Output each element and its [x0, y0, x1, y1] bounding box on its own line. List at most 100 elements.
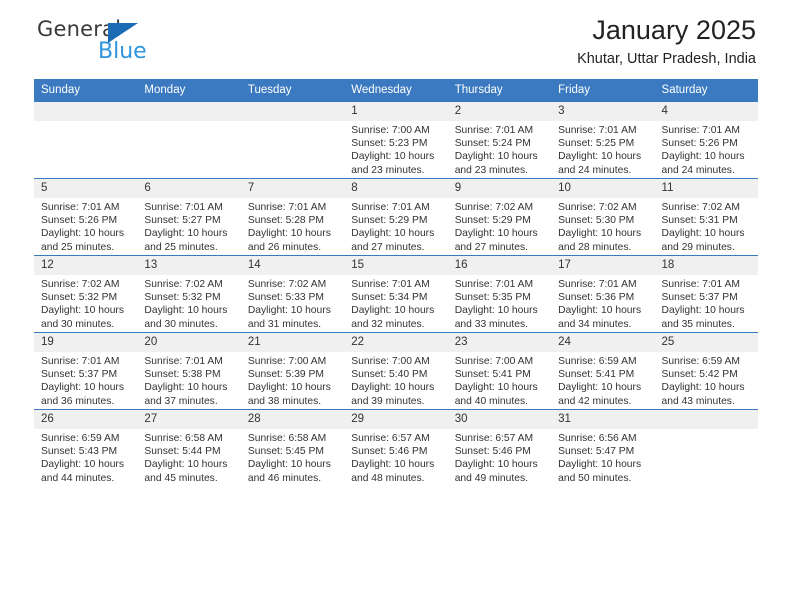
day-sun-info: Sunrise: 6:56 AM Sunset: 5:47 PM Daylight:…	[551, 429, 654, 485]
calendar-day-cell[interactable]: 29 Sunrise: 6:57 AM Sunset: 5:46 PM Dayligh…	[344, 409, 448, 486]
daylight-duration-line1: Daylight: 10 hours	[454, 305, 538, 317]
day-number	[654, 410, 758, 429]
day-sun-info: Sunrise: 7:00 AM Sunset: 5:39 PM Daylight:…	[241, 352, 344, 408]
daylight-duration-line2: and 45 minutes.	[144, 472, 218, 484]
calendar-day-cell[interactable]: 6 Sunrise: 7:01 AM Sunset: 5:27 PM Daylight…	[137, 178, 241, 256]
daylight-duration-line2: and 25 minutes.	[144, 241, 218, 253]
sunset-time: Sunset: 5:33 PM	[247, 292, 324, 304]
daylight-duration-line2: and 44 minutes.	[41, 472, 115, 484]
daylight-duration-line1: Daylight: 10 hours	[144, 459, 228, 471]
day-sun-info: Sunrise: 7:02 AM Sunset: 5:29 PM Daylight:…	[448, 198, 551, 254]
calendar-day-cell[interactable]: 13 Sunrise: 7:02 AM Sunset: 5:32 PM Dayligh…	[137, 255, 241, 333]
sunrise-time: Sunrise: 7:01 AM	[144, 356, 223, 367]
day-number: 16	[447, 256, 552, 275]
day-sun-info: Sunrise: 6:58 AM Sunset: 5:44 PM Daylight:…	[137, 429, 240, 485]
sunset-time: Sunset: 5:40 PM	[351, 369, 428, 381]
calendar-day-cell[interactable]: 14 Sunrise: 7:02 AM Sunset: 5:33 PM Dayligh…	[240, 255, 345, 333]
day-number: 29	[344, 410, 448, 429]
day-sun-info: Sunrise: 7:00 AM Sunset: 5:40 PM Daylight:…	[344, 352, 447, 408]
sunset-time: Sunset: 5:29 PM	[351, 215, 428, 227]
daylight-duration-line2: and 32 minutes.	[351, 318, 425, 330]
sunrise-time: Sunrise: 6:59 AM	[41, 433, 120, 444]
day-number: 23	[447, 333, 552, 352]
calendar-day-cell[interactable]: 15 Sunrise: 7:01 AM Sunset: 5:34 PM Dayligh…	[344, 255, 448, 333]
day-sun-info: Sunrise: 6:59 AM Sunset: 5:42 PM Daylight:…	[655, 352, 758, 408]
calendar-day-cell[interactable]: 8 Sunrise: 7:01 AM Sunset: 5:29 PM Daylight…	[344, 178, 448, 256]
calendar-day-cell[interactable]: 20 Sunrise: 7:01 AM Sunset: 5:38 PM Dayligh…	[137, 332, 241, 410]
calendar-day-cell[interactable]: 5 Sunrise: 7:01 AM Sunset: 5:26 PM Daylight…	[34, 178, 138, 256]
day-sun-info: Sunrise: 7:02 AM Sunset: 5:33 PM Daylight:…	[241, 275, 344, 331]
day-sun-info: Sunrise: 7:02 AM Sunset: 5:31 PM Daylight:…	[655, 198, 758, 254]
day-sun-info: Sunrise: 7:01 AM Sunset: 5:24 PM Daylight:…	[448, 121, 551, 177]
calendar-day-cell[interactable]: 1 Sunrise: 7:00 AM Sunset: 5:23 PM Daylight…	[344, 101, 448, 179]
sunset-time: Sunset: 5:23 PM	[351, 138, 428, 150]
weekday-header-sunday: Sunday	[34, 79, 138, 102]
sunset-time: Sunset: 5:26 PM	[661, 138, 738, 150]
calendar-day-cell[interactable]: 17 Sunrise: 7:01 AM Sunset: 5:36 PM Dayligh…	[551, 255, 655, 333]
day-number: 3	[551, 102, 655, 121]
daylight-duration-line2: and 30 minutes.	[144, 318, 218, 330]
calendar-day-cell[interactable]: 16 Sunrise: 7:01 AM Sunset: 5:35 PM Dayligh…	[447, 255, 552, 333]
day-sun-info: Sunrise: 6:57 AM Sunset: 5:46 PM Daylight:…	[344, 429, 447, 485]
calendar-day-cell[interactable]: 30 Sunrise: 6:57 AM Sunset: 5:46 PM Dayligh…	[447, 409, 552, 486]
calendar-day-cell[interactable]: 27 Sunrise: 6:58 AM Sunset: 5:44 PM Dayligh…	[137, 409, 241, 486]
daylight-duration-line1: Daylight: 10 hours	[661, 382, 745, 394]
calendar-day-cell[interactable]: 23 Sunrise: 7:00 AM Sunset: 5:41 PM Dayligh…	[447, 332, 552, 410]
calendar-day-cell[interactable]: 28 Sunrise: 6:58 AM Sunset: 5:45 PM Dayligh…	[240, 409, 345, 486]
sunrise-time: Sunrise: 6:58 AM	[144, 433, 223, 444]
calendar-day-cell[interactable]: 7 Sunrise: 7:01 AM Sunset: 5:28 PM Daylight…	[240, 178, 345, 256]
day-sun-info: Sunrise: 7:02 AM Sunset: 5:32 PM Daylight:…	[34, 275, 137, 331]
calendar-day-cell[interactable]: 19 Sunrise: 7:01 AM Sunset: 5:37 PM Dayligh…	[34, 332, 138, 410]
sunset-time: Sunset: 5:30 PM	[558, 215, 635, 227]
calendar-table: Sunday Monday Tuesday Wednesday Thursday Frid…	[34, 79, 758, 486]
calendar-day-cell[interactable]: 26 Sunrise: 6:59 AM Sunset: 5:43 PM Dayligh…	[34, 409, 138, 486]
day-sun-info: Sunrise: 7:00 AM Sunset: 5:41 PM Daylight:…	[448, 352, 551, 408]
calendar-day-cell-empty	[654, 409, 758, 486]
sunset-time: Sunset: 5:41 PM	[454, 369, 531, 381]
sunset-time: Sunset: 5:26 PM	[41, 215, 118, 227]
calendar-header-row: Sunday Monday Tuesday Wednesday Thursday Frid…	[34, 79, 758, 102]
calendar-day-cell[interactable]: 12 Sunrise: 7:02 AM Sunset: 5:32 PM Dayligh…	[34, 255, 138, 333]
day-number: 13	[137, 256, 241, 275]
daylight-duration-line1: Daylight: 10 hours	[41, 305, 124, 317]
day-number: 11	[654, 179, 758, 198]
day-number: 4	[654, 102, 758, 121]
calendar-day-cell-empty	[34, 101, 138, 179]
day-number	[137, 102, 241, 121]
day-number: 30	[447, 410, 552, 429]
daylight-duration-line2: and 39 minutes.	[351, 395, 425, 407]
calendar-day-cell[interactable]: 9 Sunrise: 7:02 AM Sunset: 5:29 PM Daylight…	[447, 178, 552, 256]
weekday-header-saturday: Saturday	[654, 79, 758, 102]
sunrise-time: Sunrise: 7:00 AM	[351, 125, 430, 136]
daylight-duration-line1: Daylight: 10 hours	[454, 151, 538, 163]
calendar-day-cell[interactable]: 18 Sunrise: 7:01 AM Sunset: 5:37 PM Dayligh…	[654, 255, 758, 333]
daylight-duration-line2: and 43 minutes.	[661, 395, 735, 407]
calendar-day-cell[interactable]: 22 Sunrise: 7:00 AM Sunset: 5:40 PM Dayligh…	[344, 332, 448, 410]
calendar-day-cell[interactable]: 2 Sunrise: 7:01 AM Sunset: 5:24 PM Daylight…	[447, 101, 552, 179]
daylight-duration-line1: Daylight: 10 hours	[351, 305, 435, 317]
calendar-day-cell[interactable]: 3 Sunrise: 7:01 AM Sunset: 5:25 PM Daylight…	[551, 101, 655, 179]
calendar-day-cell[interactable]: 10 Sunrise: 7:02 AM Sunset: 5:30 PM Dayligh…	[551, 178, 655, 256]
calendar-day-cell[interactable]: 25 Sunrise: 6:59 AM Sunset: 5:42 PM Dayligh…	[654, 332, 758, 410]
daylight-duration-line1: Daylight: 10 hours	[454, 228, 538, 240]
sunrise-time: Sunrise: 7:01 AM	[41, 202, 120, 213]
daylight-duration-line1: Daylight: 10 hours	[454, 382, 538, 394]
sunrise-time: Sunrise: 7:00 AM	[247, 356, 327, 367]
calendar-day-cell[interactable]: 4 Sunrise: 7:01 AM Sunset: 5:26 PM Daylight…	[654, 101, 758, 179]
daylight-duration-line1: Daylight: 10 hours	[558, 228, 642, 240]
day-number: 5	[34, 179, 138, 198]
sunset-time: Sunset: 5:24 PM	[454, 138, 531, 150]
calendar-day-cell[interactable]: 11 Sunrise: 7:02 AM Sunset: 5:31 PM Dayligh…	[654, 178, 758, 256]
sunrise-time: Sunrise: 7:02 AM	[558, 202, 637, 213]
day-number: 26	[34, 410, 138, 429]
calendar-day-cell[interactable]: 24 Sunrise: 6:59 AM Sunset: 5:41 PM Dayligh…	[551, 332, 655, 410]
daylight-duration-line1: Daylight: 10 hours	[661, 305, 745, 317]
calendar-day-cell[interactable]: 31 Sunrise: 6:56 AM Sunset: 5:47 PM Dayligh…	[551, 409, 655, 486]
calendar-page: General Blue January 2025 Khutar, Uttar …	[0, 0, 792, 612]
weekday-headers: Sunday Monday Tuesday Wednesday Thursday Frid…	[34, 79, 758, 102]
calendar-day-cell[interactable]: 21 Sunrise: 7:00 AM Sunset: 5:39 PM Dayligh…	[240, 332, 345, 410]
sunrise-time: Sunrise: 7:02 AM	[41, 279, 120, 290]
daylight-duration-line1: Daylight: 10 hours	[558, 382, 642, 394]
day-number: 20	[137, 333, 241, 352]
general-blue-logo[interactable]: General Blue	[37, 17, 197, 71]
